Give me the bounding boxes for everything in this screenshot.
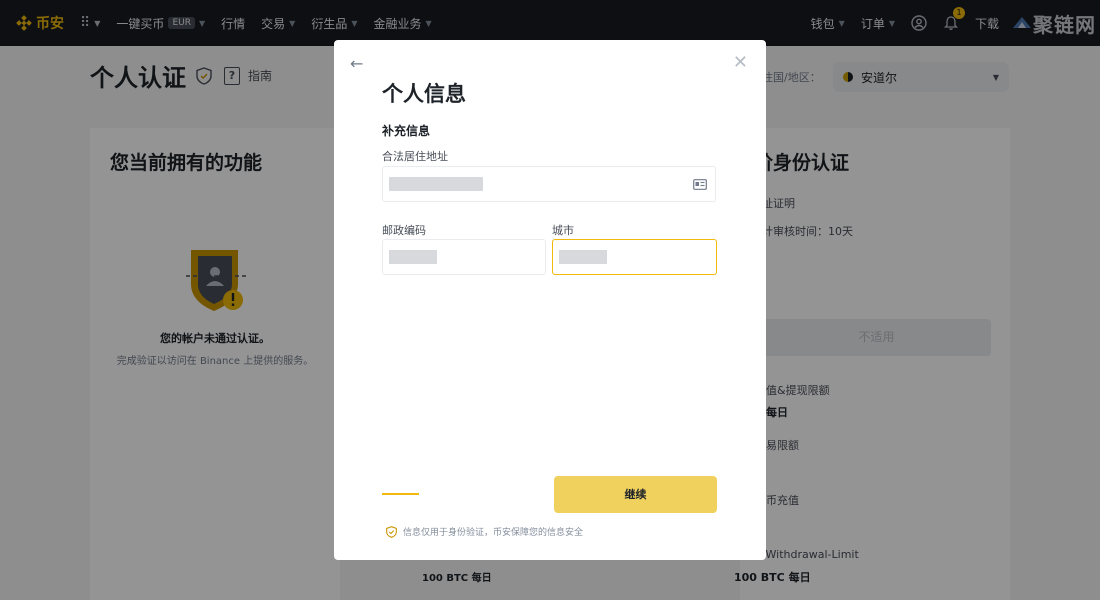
city-label: 城市 [552, 224, 574, 237]
step-progress-bar [382, 493, 419, 495]
shield-check-icon [386, 525, 397, 538]
section-heading: 补充信息 [382, 124, 431, 138]
continue-button[interactable]: 继续 [554, 476, 717, 513]
privacy-notice: 信息仅用于身份验证，币安保障您的信息安全 [386, 525, 583, 538]
postal-code-input[interactable] [383, 240, 545, 274]
address-label: 合法居住地址 [382, 150, 448, 163]
privacy-text: 信息仅用于身份验证，币安保障您的信息安全 [403, 528, 584, 538]
id-card-icon[interactable] [693, 179, 707, 190]
postal-code-field[interactable] [382, 239, 546, 275]
postal-code-label: 邮政编码 [382, 224, 426, 237]
back-arrow-icon[interactable]: ← [350, 54, 363, 73]
address-field[interactable] [382, 166, 716, 202]
dialog-title: 个人信息 [382, 82, 466, 106]
city-field[interactable] [552, 239, 717, 275]
address-input[interactable] [383, 167, 715, 201]
city-input[interactable] [553, 240, 716, 274]
personal-info-dialog: ← ✕ 个人信息 补充信息 合法居住地址 邮政编码 城市 继续 信息仅用于身份验… [334, 40, 766, 560]
close-icon[interactable]: ✕ [733, 52, 748, 73]
